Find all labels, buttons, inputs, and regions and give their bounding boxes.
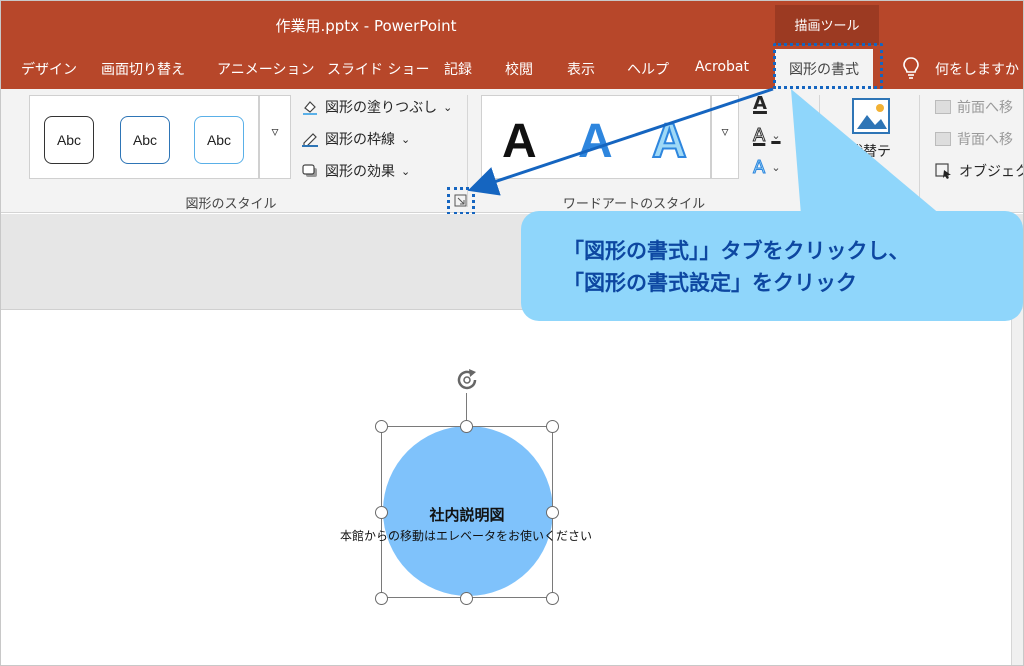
resize-handle-top[interactable] <box>460 420 473 433</box>
instruction-line-2: 「図形の書式設定」をクリック <box>563 271 857 295</box>
chevron-down-icon: ⌄ <box>401 164 411 178</box>
tab-view[interactable]: 表示 <box>567 59 595 79</box>
shape-fill-label: 図形の塗りつぶし <box>325 100 438 116</box>
powerpoint-window: 作業用.pptx - PowerPoint 描画ツール デザイン 画面切り替え … <box>0 0 1024 666</box>
shape-fill-button[interactable]: 図形の塗りつぶし ⌄ <box>301 97 452 117</box>
selection-pane-label: オブジェク <box>959 164 1024 180</box>
tab-highlight-frame <box>773 43 883 89</box>
tab-design[interactable]: デザイン <box>21 59 77 79</box>
send-backward-button[interactable]: 背面へ移 <box>935 129 1013 149</box>
tab-review[interactable]: 校閲 <box>505 59 533 79</box>
wordart-style-2[interactable]: A <box>578 114 613 169</box>
rotate-handle-icon[interactable] <box>453 366 481 394</box>
send-backward-label: 背面へ移 <box>957 132 1013 148</box>
chevron-down-icon: ⌄ <box>443 100 453 114</box>
alt-text-label: 代替テ <box>849 144 891 160</box>
tab-animations[interactable]: アニメーション <box>217 59 314 79</box>
format-shape-dialog-launcher[interactable] <box>447 187 475 215</box>
bring-forward-icon <box>935 100 951 114</box>
group-divider <box>819 95 820 207</box>
tab-record[interactable]: 記録 <box>444 59 472 79</box>
resize-handle-top-right[interactable] <box>546 420 559 433</box>
shape-effects-button[interactable]: 図形の効果 ⌄ <box>301 161 410 181</box>
shape-style-more-button[interactable]: ▿ <box>259 95 291 179</box>
text-fill-icon: A <box>753 93 767 114</box>
title-bar: 作業用.pptx - PowerPoint 描画ツール <box>1 1 1023 49</box>
chevron-down-icon: ⌄ <box>771 161 781 174</box>
alt-text-icon[interactable] <box>851 97 891 137</box>
window-title: 作業用.pptx - PowerPoint <box>275 17 457 35</box>
bring-forward-button[interactable]: 前面へ移 <box>935 97 1013 117</box>
shape-style-1[interactable]: Abc <box>44 116 94 164</box>
tab-slideshow[interactable]: スライド ショー <box>327 59 429 79</box>
tab-help[interactable]: ヘルプ <box>627 59 669 79</box>
resize-handle-bottom[interactable] <box>460 592 473 605</box>
send-backward-icon <box>935 132 951 146</box>
text-outline-icon: A <box>752 125 766 147</box>
lightbulb-icon[interactable] <box>901 56 921 80</box>
chevron-down-icon: ⌄ <box>401 132 411 146</box>
selection-pane-button[interactable]: オブジェク <box>935 161 1024 181</box>
shape-outline-label: 図形の枠線 <box>325 132 395 148</box>
shape-title-text: 社内説明図 <box>429 506 505 524</box>
tab-acrobat[interactable]: Acrobat <box>695 59 749 75</box>
wordart-more-button[interactable]: ▿ <box>711 95 739 179</box>
drawing-tools-label: 描画ツール <box>775 5 879 45</box>
tab-transitions[interactable]: 画面切り替え <box>101 59 185 79</box>
shape-subtitle-text: 本館からの移動はエレベータをお使いください <box>339 529 592 543</box>
paint-bucket-icon <box>303 101 317 115</box>
resize-handle-bottom-left[interactable] <box>375 592 388 605</box>
resize-handle-bottom-right[interactable] <box>546 592 559 605</box>
wordart-styles-group-label: ワードアートのスタイル <box>562 197 706 212</box>
group-divider <box>919 95 920 207</box>
wordart-gallery: A A A <box>481 95 711 179</box>
shape-style-gallery: Abc Abc Abc <box>29 95 259 179</box>
instruction-line-1: 「図形の書式」」タブをクリックし、 <box>563 239 910 263</box>
wordart-style-3[interactable]: A <box>651 114 688 169</box>
shape-style-2[interactable]: Abc <box>120 116 170 164</box>
selection-pane-icon <box>935 163 951 179</box>
text-outline-button[interactable]: A ⌄ <box>752 125 781 147</box>
shape-effects-icon <box>302 164 317 177</box>
shape-style-3[interactable]: Abc <box>194 116 244 164</box>
alt-text-button[interactable]: 代替テ <box>849 141 891 161</box>
shape-effects-label: 図形の効果 <box>325 164 395 180</box>
tell-me-search[interactable]: 何をしますか <box>935 59 1019 79</box>
text-fill-button[interactable]: A <box>753 93 767 114</box>
text-effects-icon: A <box>752 157 766 179</box>
dialog-launcher-icon <box>454 194 467 207</box>
wordart-style-1[interactable]: A <box>502 114 537 169</box>
text-effects-button[interactable]: A ⌄ <box>752 157 781 179</box>
shape-outline-button[interactable]: 図形の枠線 ⌄ <box>301 129 410 149</box>
instruction-text: 「図形の書式」」タブをクリックし、 「図形の書式設定」をクリック <box>563 235 910 299</box>
resize-handle-top-left[interactable] <box>375 420 388 433</box>
chevron-down-icon: ⌄ <box>771 129 781 142</box>
ribbon: Abc Abc Abc ▿ 図形の塗りつぶし ⌄ 図形の枠線 ⌄ 図形の効果 ⌄… <box>1 89 1024 213</box>
pencil-icon <box>302 133 318 147</box>
shape-styles-group-label: 図形のスタイル <box>185 197 277 212</box>
vertical-scrollbar[interactable] <box>1011 309 1023 665</box>
bring-forward-label: 前面へ移 <box>957 100 1013 116</box>
wordart-dialog-launcher-icon[interactable] <box>801 193 815 207</box>
